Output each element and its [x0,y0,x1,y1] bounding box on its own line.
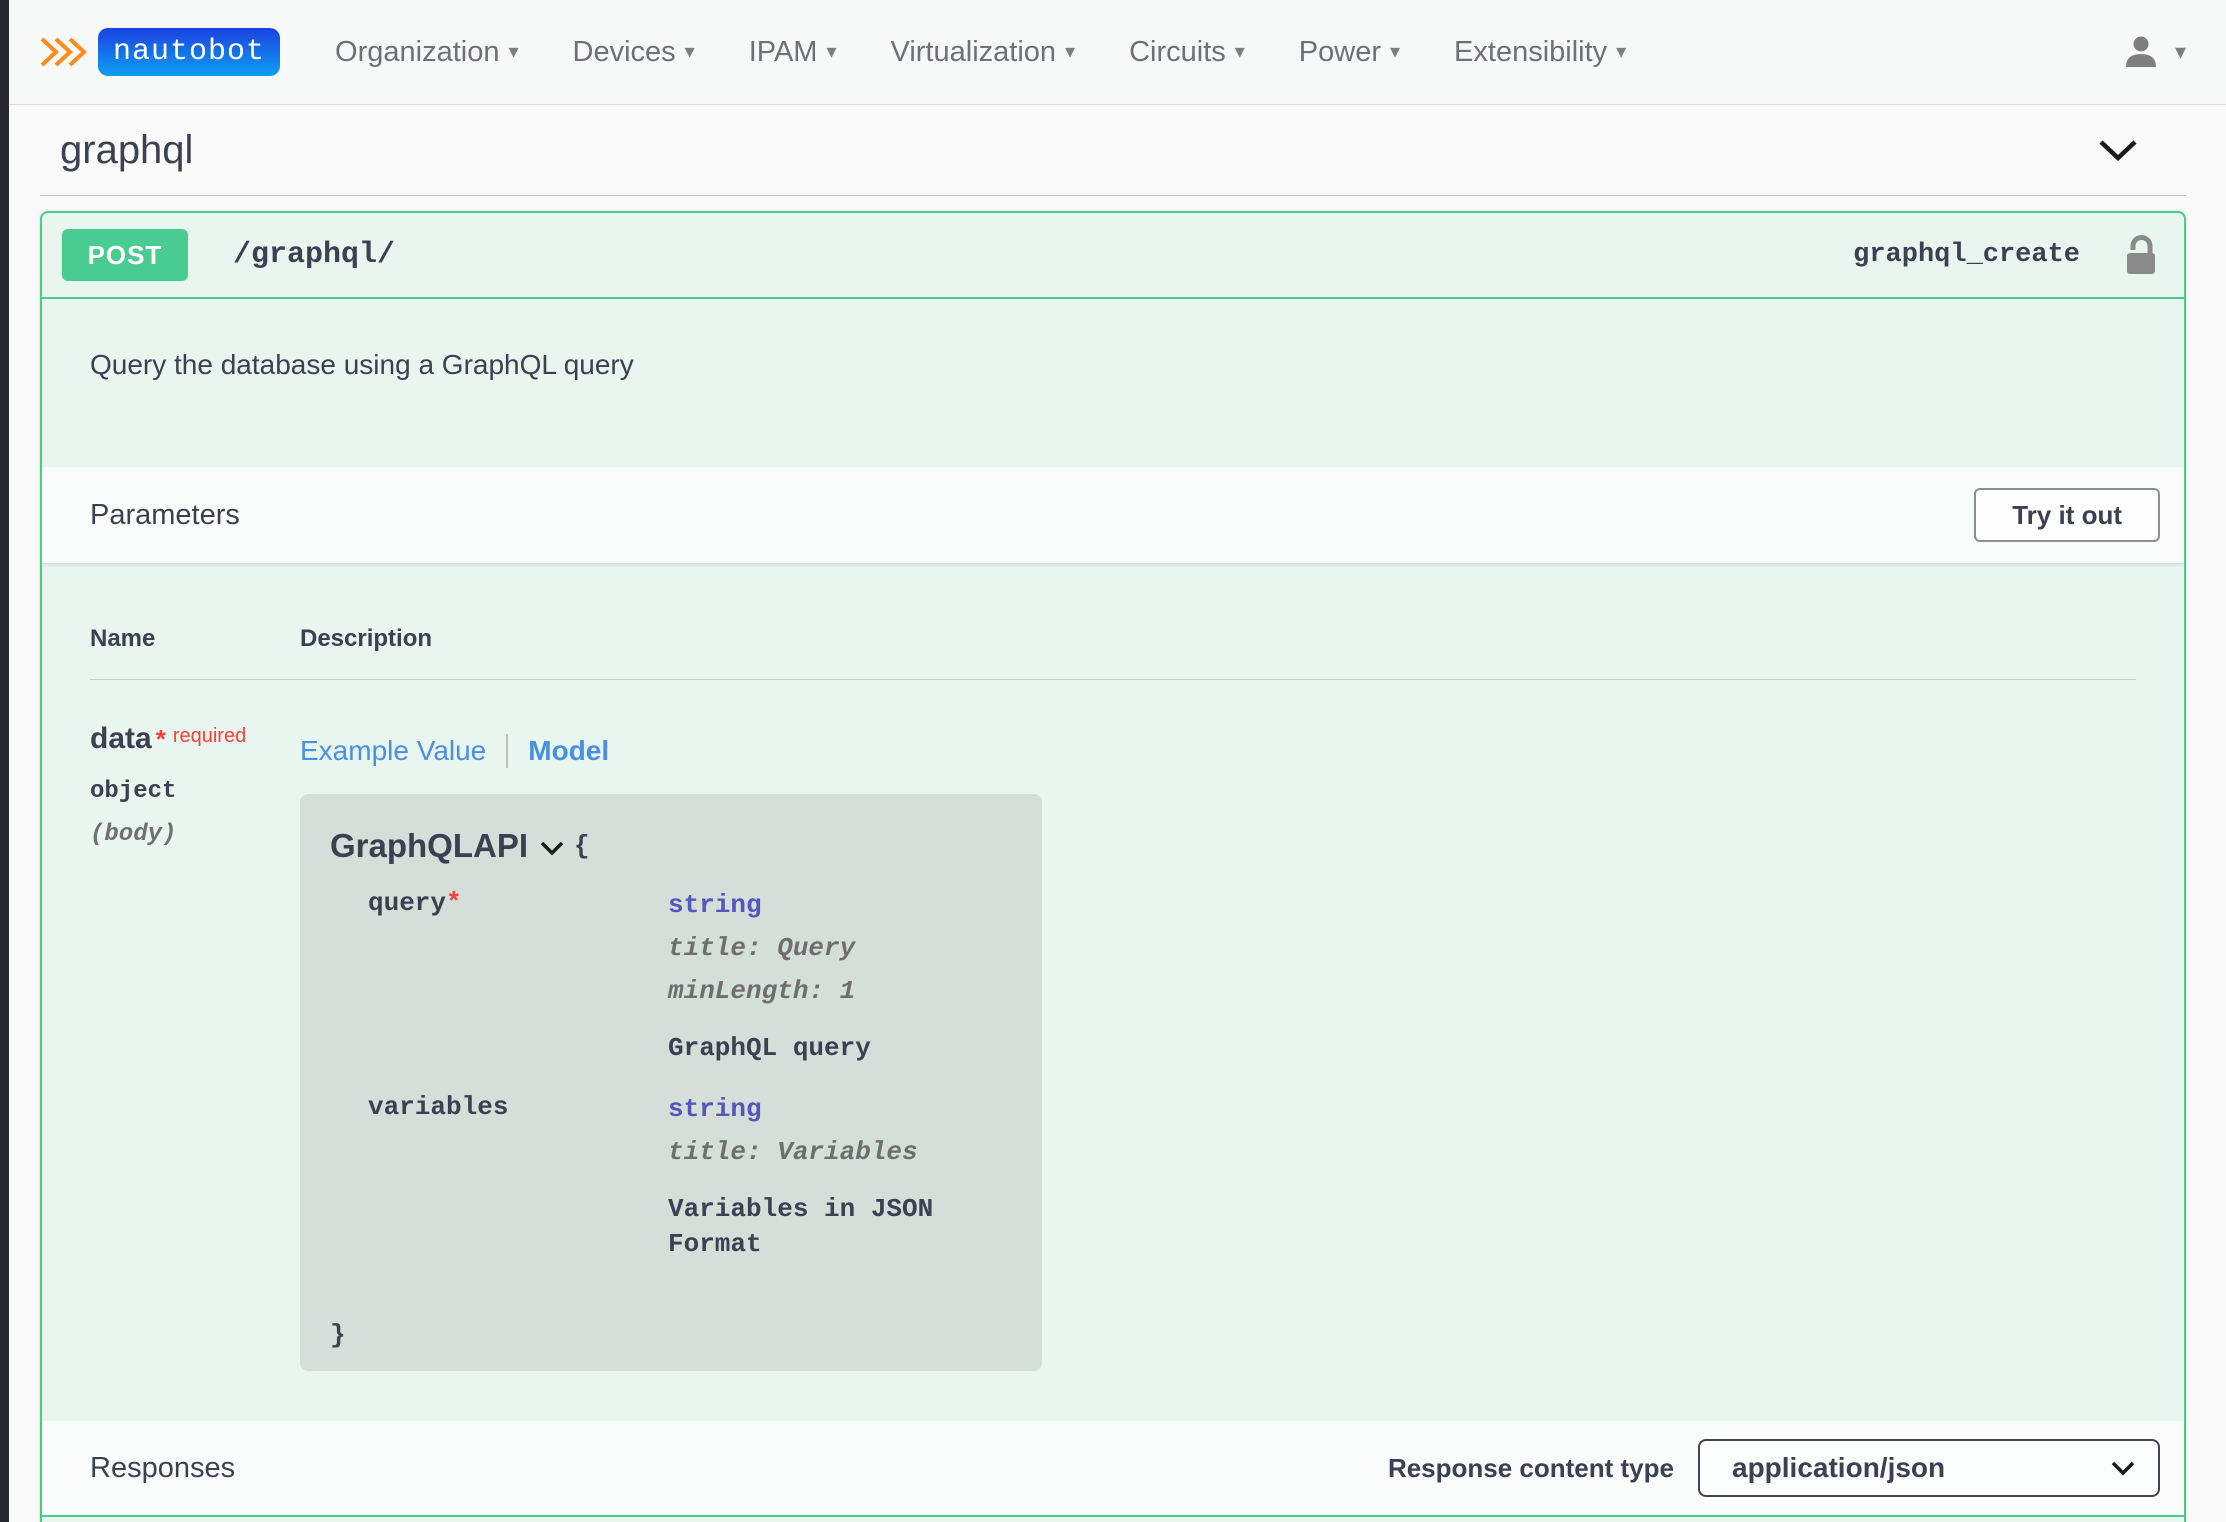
logo-text: nautobot [98,28,281,76]
nav-item-label: IPAM [748,35,818,68]
try-it-out-button[interactable]: Try it out [1974,488,2160,542]
nav-item-label: Circuits [1129,35,1226,68]
responses-header-bar: Responses Response content type applicat… [42,1421,2184,1517]
page-title: graphql [60,127,194,172]
response-content-type-select[interactable]: application/json [1698,1439,2160,1497]
property-name: variables [368,1092,509,1122]
parameter-row: data * required object (body) Example Va… [90,680,2136,1371]
required-asterisk: * [446,888,462,918]
property-attr: title: Query [668,933,856,963]
endpoint-path[interactable]: /graphql/ [233,238,395,272]
caret-down-icon: ▾ [1234,41,1245,63]
operation-id: graphql_create [1853,240,2080,270]
nav-item-label: Organization [335,35,500,68]
method-badge: POST [62,229,188,281]
nav-item-devices[interactable]: Devices ▾ [546,36,722,69]
opblock-summary: POST /graphql/ graphql_create [42,213,2184,299]
parameters-table: Name Description data * required object … [42,563,2184,1371]
open-brace: { [574,831,590,861]
tab-model[interactable]: Model [528,735,609,767]
nav-item-label: Devices [572,35,676,68]
nautobot-logo[interactable]: nautobot [40,28,281,76]
logo-chevrons-icon [40,37,87,67]
primary-nav: Organization ▾ Devices ▾ IPAM ▾ Virtuali… [308,36,1653,69]
nav-item-organization[interactable]: Organization ▾ [308,36,545,69]
model-properties: query* string title: Query minLength: 1 … [330,888,1012,1262]
caret-down-icon: ▾ [2174,39,2186,64]
parameter-type: object [90,778,177,805]
nav-item-extensibility[interactable]: Extensibility ▾ [1427,36,1653,69]
nav-item-label: Extensibility [1454,35,1608,68]
parameter-name: data [90,722,152,755]
endpoint-description: Query the database using a GraphQL query [90,349,634,380]
tag-section-header: graphql [40,105,2186,196]
property-type: string [668,890,762,920]
tab-example-value[interactable]: Example Value [300,735,486,767]
collapse-section-icon[interactable] [2098,139,2138,161]
property-description: Variables in JSON Format [668,1194,934,1259]
window-edge [0,0,9,1522]
nav-item-power[interactable]: Power ▾ [1272,36,1427,69]
property-attr: title: Variables [668,1137,918,1167]
property-detail: string title: Variables Variables in JSO… [668,1092,1012,1262]
caret-down-icon: ▾ [508,41,519,63]
parameters-header-bar: Parameters Try it out [42,467,2184,563]
caret-down-icon: ▾ [684,41,695,63]
column-header-description: Description [300,625,433,652]
response-content-type-label: Response content type [1387,1452,1674,1483]
top-navbar: nautobot Organization ▾ Devices ▾ IPAM ▾… [0,0,2226,105]
parameters-table-head: Name Description [90,625,2136,680]
required-label: required [172,725,247,747]
user-icon [2125,36,2156,67]
parameter-name-cell: data * required object (body) [90,722,300,1371]
required-asterisk: * [155,724,166,754]
tab-separator [506,734,509,768]
response-content-type-group: Response content type application/json [1388,1439,2160,1497]
property-type: string [668,1094,762,1124]
nav-item-ipam[interactable]: IPAM ▾ [722,36,864,69]
caret-down-icon: ▾ [1616,41,1627,63]
nav-item-label: Virtualization [890,35,1057,68]
model-name[interactable]: GraphQLAPI [330,827,528,865]
user-menu[interactable]: ▾ [2123,35,2196,69]
opblock-post: POST /graphql/ graphql_create Query the … [40,211,2186,1522]
responses-section: Responses Response content type applicat… [40,1421,2186,1522]
nav-item-circuits[interactable]: Circuits ▾ [1102,36,1272,69]
chevron-down-icon [2111,1461,2135,1476]
model-box: GraphQLAPI { query* string title: Query … [300,794,1042,1371]
property-detail: string title: Query minLength: 1 GraphQL… [668,888,871,1066]
caret-down-icon: ▾ [826,41,837,63]
unlock-icon[interactable] [2122,233,2160,277]
model-collapse-icon[interactable] [540,841,564,855]
responses-heading: Responses [90,1451,236,1484]
property-attr: minLength: 1 [668,976,856,1006]
parameters-heading: Parameters [90,498,240,531]
caret-down-icon: ▾ [1390,41,1401,63]
close-brace: } [330,1320,346,1350]
nav-item-virtualization[interactable]: Virtualization ▾ [864,36,1103,69]
selected-content-type: application/json [1732,1452,1946,1483]
model-property-variables: variables string title: Variables Variab… [368,1092,1012,1262]
nav-item-label: Power [1298,35,1381,68]
parameter-description-cell: Example Value Model GraphQLAPI {query* … [300,722,2136,1371]
schema-tabs: Example Value Model [300,734,2136,768]
property-description: GraphQL query [668,1033,871,1063]
caret-down-icon: ▾ [1065,41,1076,63]
parameter-location: (body) [90,821,177,848]
column-header-name: Name [90,625,156,652]
property-name: query* [368,888,462,918]
model-title-row: GraphQLAPI { [330,824,1012,868]
responses-body-area [42,1517,2184,1522]
swagger-content: graphql POST /graphql/ graphql_create Qu… [40,105,2186,1522]
model-property-query: query* string title: Query minLength: 1 … [368,888,1012,1066]
